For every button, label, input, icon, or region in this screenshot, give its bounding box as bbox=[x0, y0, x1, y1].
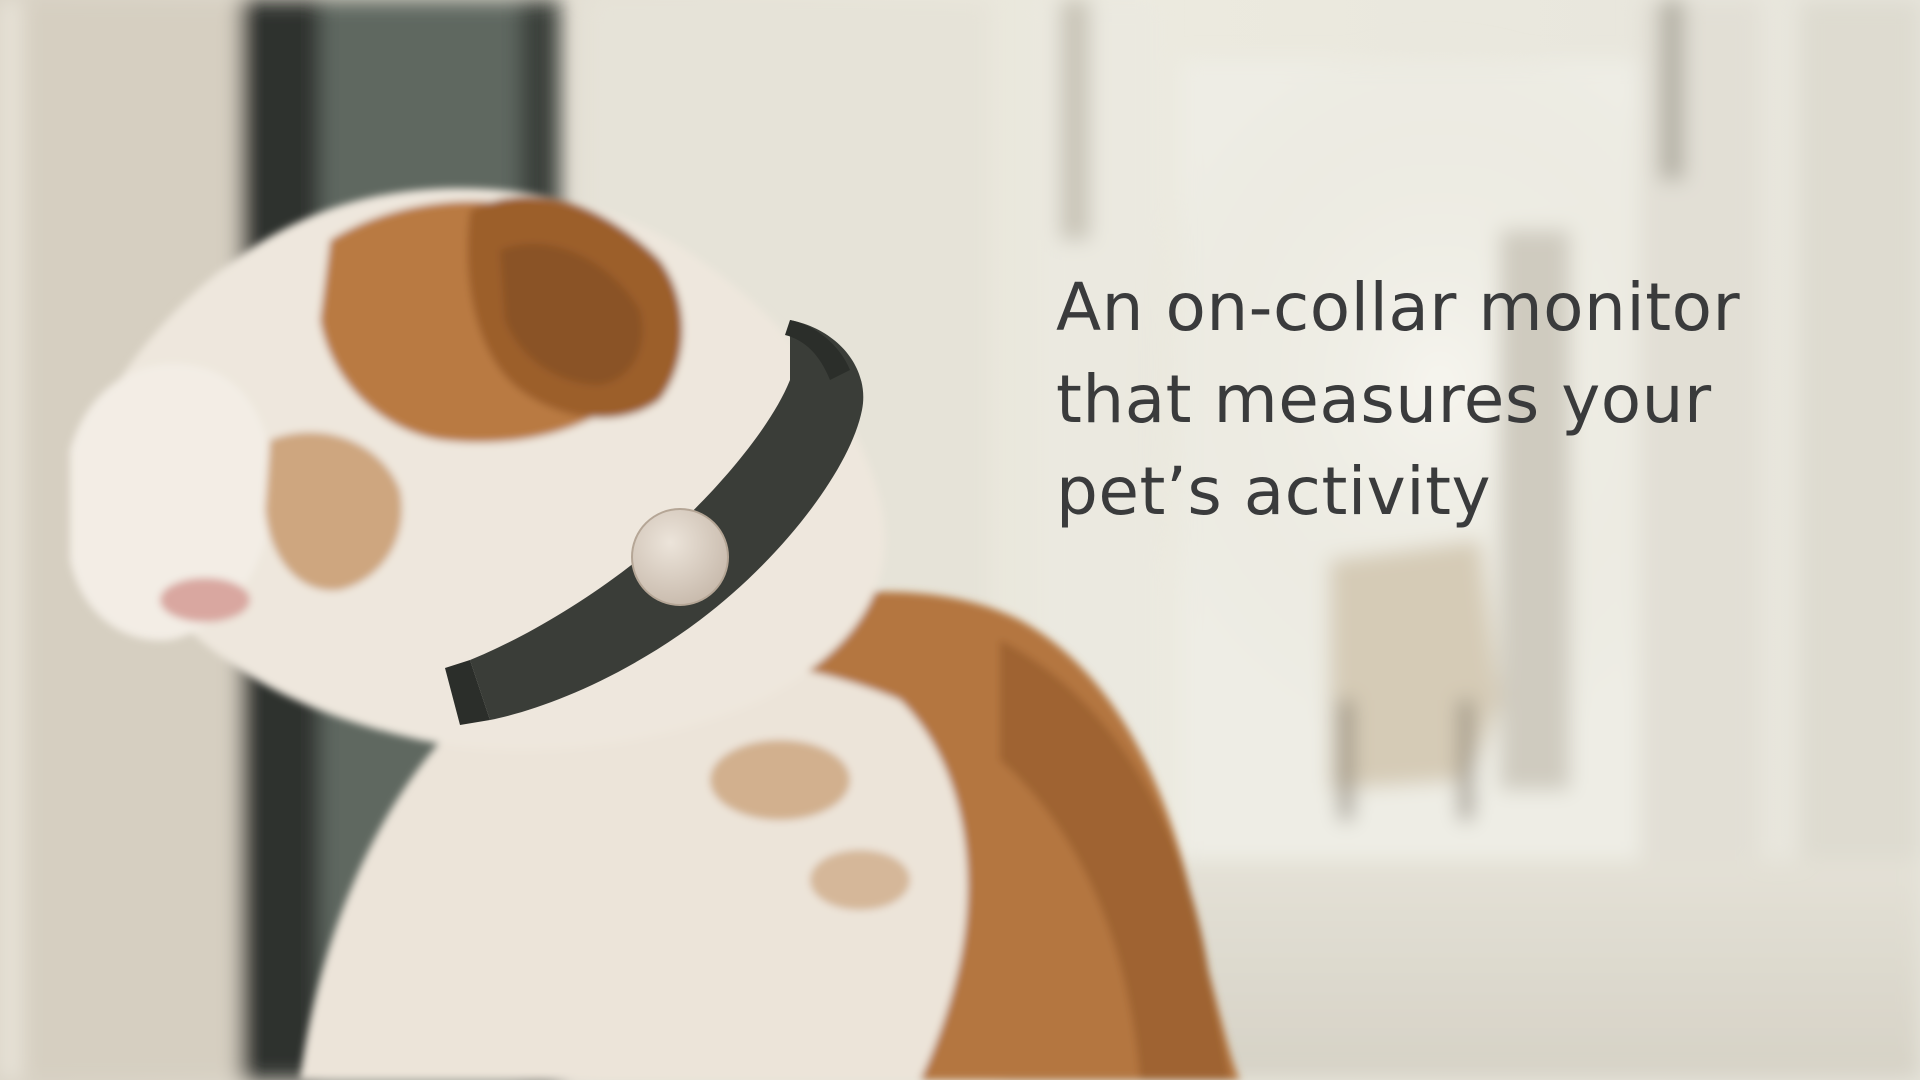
tagline-line-1: An on-collar monitor bbox=[1056, 269, 1741, 346]
chair bbox=[1330, 540, 1500, 790]
tagline-caption: An on-collar monitor that measures your … bbox=[1056, 262, 1876, 538]
video-frame: An on-collar monitor that measures your … bbox=[0, 0, 1920, 1080]
tagline-line-3: pet’s activity bbox=[1056, 453, 1492, 530]
bulldog-photo bbox=[0, 0, 1920, 1080]
tagline-line-2: that measures your bbox=[1056, 361, 1712, 438]
